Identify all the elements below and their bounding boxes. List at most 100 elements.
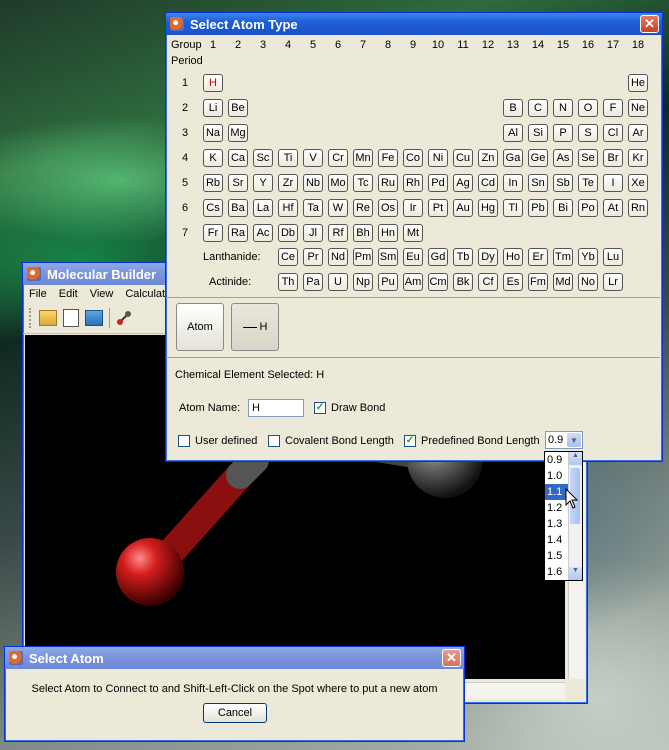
element-hg-button[interactable]: Hg <box>478 199 498 217</box>
element-mt-button[interactable]: Mt <box>403 224 423 242</box>
element-am-button[interactable]: Am <box>403 273 423 291</box>
element-cl-button[interactable]: Cl <box>603 124 623 142</box>
element-ta-button[interactable]: Ta <box>303 199 323 217</box>
element-pa-button[interactable]: Pa <box>303 273 323 291</box>
element-zn-button[interactable]: Zn <box>478 149 498 167</box>
element-ru-button[interactable]: Ru <box>378 174 398 192</box>
element-lr-button[interactable]: Lr <box>603 273 623 291</box>
element-sb-button[interactable]: Sb <box>553 174 573 192</box>
element-tm-button[interactable]: Tm <box>553 248 573 266</box>
element-bi-button[interactable]: Bi <box>553 199 573 217</box>
chevron-down-icon[interactable]: ▼ <box>569 567 582 580</box>
element-kr-button[interactable]: Kr <box>628 149 648 167</box>
element-nd-button[interactable]: Nd <box>328 248 348 266</box>
element-eu-button[interactable]: Eu <box>403 248 423 266</box>
element-ce-button[interactable]: Ce <box>278 248 298 266</box>
element-tb-button[interactable]: Tb <box>453 248 473 266</box>
bond-length-option[interactable]: 1.5 <box>545 548 569 564</box>
element-bk-button[interactable]: Bk <box>453 273 473 291</box>
bond-length-option[interactable]: 1.0 <box>545 468 569 484</box>
menu-edit[interactable]: Edit <box>59 288 78 300</box>
element-pd-button[interactable]: Pd <box>428 174 448 192</box>
element-k-button[interactable]: K <box>203 149 223 167</box>
element-hf-button[interactable]: Hf <box>278 199 298 217</box>
element-p-button[interactable]: P <box>553 124 573 142</box>
element-se-button[interactable]: Se <box>578 149 598 167</box>
element-cr-button[interactable]: Cr <box>328 149 348 167</box>
element-rn-button[interactable]: Rn <box>628 199 648 217</box>
element-rh-button[interactable]: Rh <box>403 174 423 192</box>
element-as-button[interactable]: As <box>553 149 573 167</box>
element-f-button[interactable]: F <box>603 99 623 117</box>
element-w-button[interactable]: W <box>328 199 348 217</box>
bond-mode-button[interactable]: H <box>231 303 279 351</box>
element-sc-button[interactable]: Sc <box>253 149 273 167</box>
open-folder-icon[interactable] <box>39 310 57 326</box>
draw-bond-checkbox[interactable]: ✓ <box>314 402 326 414</box>
element-rf-button[interactable]: Rf <box>328 224 348 242</box>
element-pr-button[interactable]: Pr <box>303 248 323 266</box>
element-na-button[interactable]: Na <box>203 124 223 142</box>
element-ca-button[interactable]: Ca <box>228 149 248 167</box>
chevron-down-icon[interactable]: ▼ <box>567 433 581 447</box>
element-sr-button[interactable]: Sr <box>228 174 248 192</box>
chevron-up-icon[interactable]: ▲ <box>569 452 582 465</box>
element-fm-button[interactable]: Fm <box>528 273 548 291</box>
element-zr-button[interactable]: Zr <box>278 174 298 192</box>
element-ge-button[interactable]: Ge <box>528 149 548 167</box>
document-icon[interactable] <box>63 309 79 327</box>
element-at-button[interactable]: At <box>603 199 623 217</box>
element-es-button[interactable]: Es <box>503 273 523 291</box>
element-bh-button[interactable]: Bh <box>353 224 373 242</box>
element-pt-button[interactable]: Pt <box>428 199 448 217</box>
element-ti-button[interactable]: Ti <box>278 149 298 167</box>
element-yb-button[interactable]: Yb <box>578 248 598 266</box>
element-b-button[interactable]: B <box>503 99 523 117</box>
cancel-button[interactable]: Cancel <box>203 703 267 723</box>
element-sn-button[interactable]: Sn <box>528 174 548 192</box>
element-po-button[interactable]: Po <box>578 199 598 217</box>
element-sm-button[interactable]: Sm <box>378 248 398 266</box>
element-li-button[interactable]: Li <box>203 99 223 117</box>
element-md-button[interactable]: Md <box>553 273 573 291</box>
element-n-button[interactable]: N <box>553 99 573 117</box>
user-defined-checkbox[interactable] <box>178 435 190 447</box>
element-db-button[interactable]: Db <box>278 224 298 242</box>
element-ir-button[interactable]: Ir <box>403 199 423 217</box>
element-os-button[interactable]: Os <box>378 199 398 217</box>
element-lu-button[interactable]: Lu <box>603 248 623 266</box>
element-he-button[interactable]: He <box>628 74 648 92</box>
element-ac-button[interactable]: Ac <box>253 224 273 242</box>
element-o-button[interactable]: O <box>578 99 598 117</box>
element-be-button[interactable]: Be <box>228 99 248 117</box>
element-pb-button[interactable]: Pb <box>528 199 548 217</box>
element-la-button[interactable]: La <box>253 199 273 217</box>
element-fe-button[interactable]: Fe <box>378 149 398 167</box>
element-cd-button[interactable]: Cd <box>478 174 498 192</box>
element-s-button[interactable]: S <box>578 124 598 142</box>
bond-length-option[interactable]: 0.9 <box>545 452 569 468</box>
menu-view[interactable]: View <box>90 288 114 300</box>
element-in-button[interactable]: In <box>503 174 523 192</box>
atom-tool-icon[interactable] <box>116 310 132 326</box>
element-ga-button[interactable]: Ga <box>503 149 523 167</box>
element-cf-button[interactable]: Cf <box>478 273 498 291</box>
menu-file[interactable]: File <box>29 288 47 300</box>
element-nb-button[interactable]: Nb <box>303 174 323 192</box>
bond-length-select[interactable]: 0.9 ▼ <box>545 431 583 449</box>
element-y-button[interactable]: Y <box>253 174 273 192</box>
element-cm-button[interactable]: Cm <box>428 273 448 291</box>
element-tl-button[interactable]: Tl <box>503 199 523 217</box>
element-pm-button[interactable]: Pm <box>353 248 373 266</box>
element-xe-button[interactable]: Xe <box>628 174 648 192</box>
element-au-button[interactable]: Au <box>453 199 473 217</box>
element-ra-button[interactable]: Ra <box>228 224 248 242</box>
element-cs-button[interactable]: Cs <box>203 199 223 217</box>
element-ba-button[interactable]: Ba <box>228 199 248 217</box>
element-mg-button[interactable]: Mg <box>228 124 248 142</box>
element-h-button[interactable]: H <box>203 74 223 92</box>
element-ni-button[interactable]: Ni <box>428 149 448 167</box>
element-mo-button[interactable]: Mo <box>328 174 348 192</box>
element-dy-button[interactable]: Dy <box>478 248 498 266</box>
dropdown-scrollbar[interactable]: ▲ ▼ <box>568 452 582 580</box>
